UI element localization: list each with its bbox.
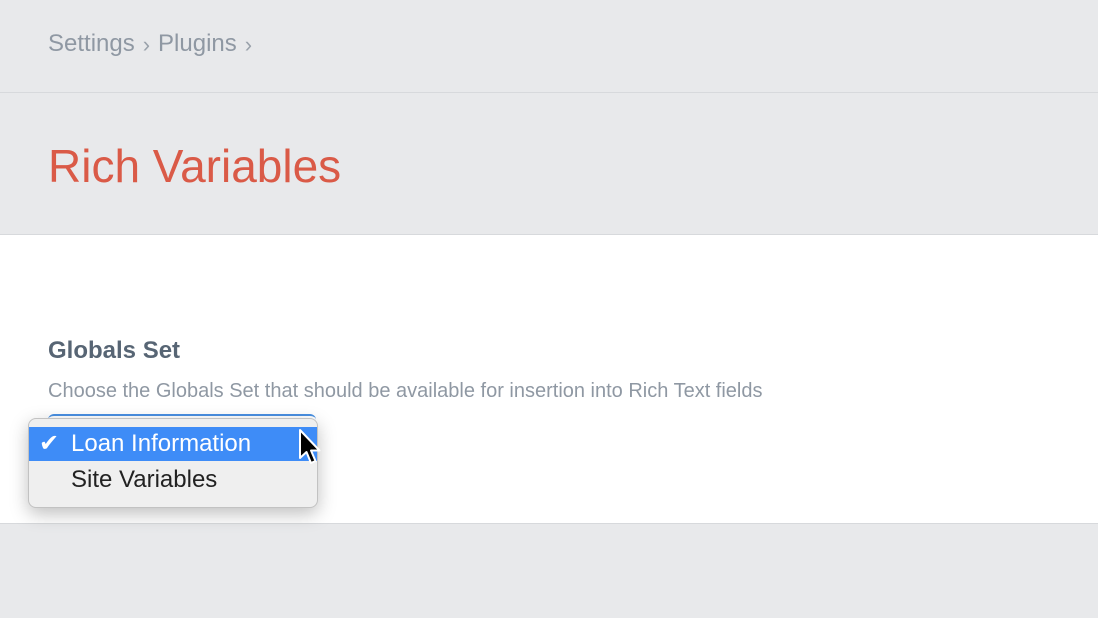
breadcrumb-plugins-link[interactable]: Plugins <box>158 30 237 58</box>
breadcrumb-separator-icon: › <box>244 32 253 57</box>
breadcrumb-settings-link[interactable]: Settings <box>48 30 135 58</box>
field-instructions: Choose the Globals Set that should be av… <box>48 380 763 402</box>
checkmark-icon: ✔ <box>39 430 60 457</box>
field-label: Globals Set <box>48 337 181 364</box>
globals-set-dropdown-menu[interactable]: ✔ Loan Information Site Variables <box>28 418 318 508</box>
breadcrumb-bar: Settings › Plugins › <box>0 0 1098 93</box>
option-site-variables[interactable]: Site Variables <box>29 463 317 497</box>
mouse-pointer-icon <box>299 429 321 464</box>
breadcrumb: Settings › Plugins › <box>48 30 260 58</box>
option-label: Loan Information <box>71 430 252 457</box>
option-label: Site Variables <box>71 466 218 493</box>
breadcrumb-separator-icon: › <box>142 32 151 57</box>
option-loan-information[interactable]: ✔ Loan Information <box>29 427 317 461</box>
page-title: Rich Variables <box>48 140 342 192</box>
